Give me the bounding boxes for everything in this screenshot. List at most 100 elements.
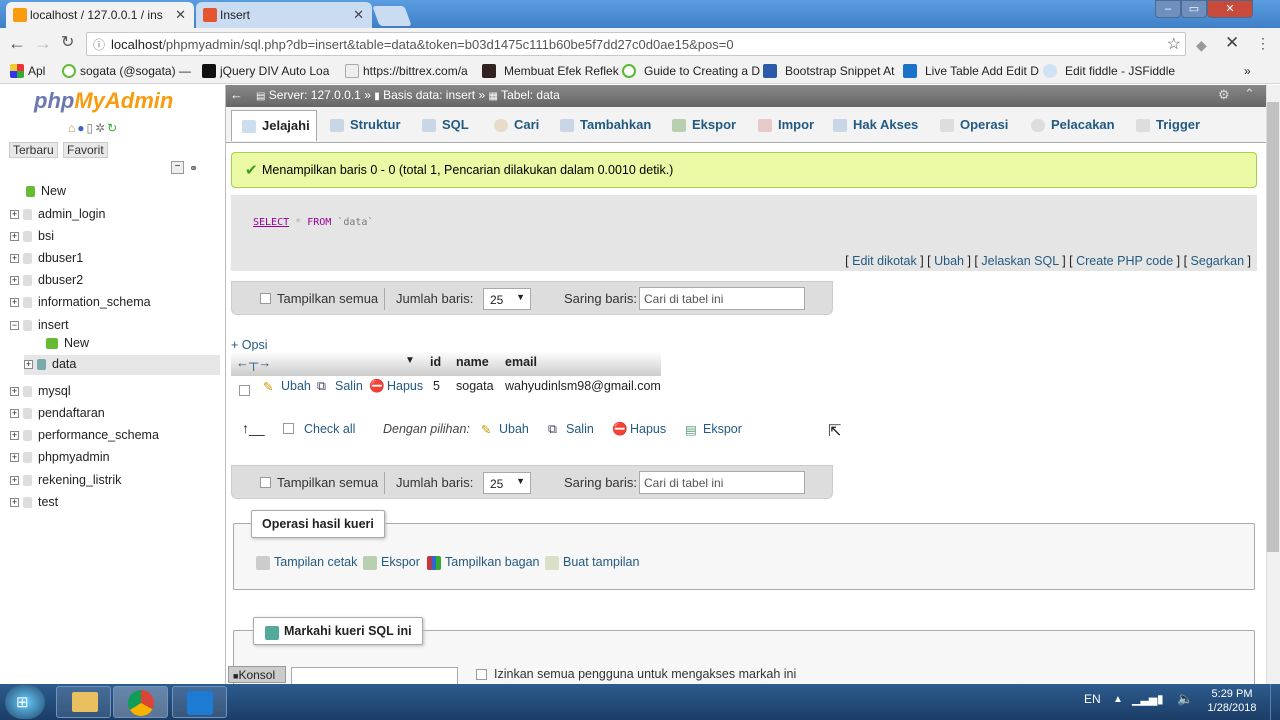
share-bookmark-checkbox[interactable] <box>476 669 487 680</box>
favorite-tab[interactable]: Favorit <box>63 142 108 158</box>
tab-export[interactable]: Ekspor <box>662 110 744 141</box>
share-bookmark-label[interactable]: Izinkan semua pengguna untuk mengakses m… <box>494 667 796 681</box>
address-bar[interactable]: ⓘ localhost/phpmyadmin/sql.php?db=insert… <box>86 32 1186 56</box>
reload-icon[interactable]: ↻ <box>107 121 119 135</box>
cell-name[interactable]: sogata <box>456 379 494 393</box>
bookmarks-more[interactable]: » <box>1244 64 1251 78</box>
edit-query-link[interactable]: Ubah <box>934 254 964 268</box>
tab-import[interactable]: Impor <box>748 110 822 141</box>
bookmark-label-input[interactable] <box>291 667 458 685</box>
back-icon[interactable]: ← <box>8 34 26 52</box>
bulk-edit-button[interactable]: ✎ Ubah <box>481 422 529 437</box>
column-arrows-icon[interactable]: ←┬→ <box>236 355 271 370</box>
tree-item-insert-new[interactable]: New <box>46 336 89 350</box>
bookmark-bootstrap[interactable]: Bootstrap Snippet At <box>763 64 894 78</box>
cell-id[interactable]: 5 <box>433 379 440 393</box>
minimize-button[interactable]: – <box>1155 0 1181 18</box>
bulk-copy-button[interactable]: ⧉ Salin <box>548 422 594 436</box>
filter-rows-input[interactable]: Cari di tabel ini <box>639 471 805 494</box>
extension-x-icon[interactable]: ✕ <box>1225 34 1239 52</box>
expand-icon[interactable]: + <box>10 387 19 397</box>
tab-insert[interactable]: Tambahkan <box>550 110 659 141</box>
taskbar-explorer[interactable] <box>56 686 111 718</box>
display-chart-link[interactable]: Tampilkan bagan <box>427 555 540 570</box>
tab-operations[interactable]: Operasi <box>930 110 1016 141</box>
new-tab-button[interactable] <box>372 6 412 26</box>
bookmark-twitter[interactable]: sogata (@sogata) — <box>62 64 191 78</box>
tree-item-phpmyadmin[interactable]: + phpmyadmin <box>10 450 110 464</box>
taskbar-vscode[interactable] <box>172 686 227 718</box>
tab-sql[interactable]: SQL <box>412 110 477 141</box>
show-all-checkbox[interactable] <box>260 293 271 304</box>
console-toggle[interactable]: ■Konsol <box>228 666 286 683</box>
tree-item-bsi[interactable]: + bsi <box>10 229 54 243</box>
tree-item-data[interactable]: + data <box>24 355 220 375</box>
tree-item-performance-schema[interactable]: + performance_schema <box>10 428 159 442</box>
filter-rows-input[interactable]: Cari di tabel ini <box>639 287 805 310</box>
row-edit-link[interactable]: ✎ Ubah <box>263 379 311 394</box>
row-copy-link[interactable]: ⧉ Salin <box>317 379 363 393</box>
bulk-export-button[interactable]: ▤ Ekspor <box>685 422 742 437</box>
tree-item-dbuser2[interactable]: + dbuser2 <box>10 273 83 287</box>
start-button[interactable]: ⊞ <box>5 685 45 719</box>
tree-item-information-schema[interactable]: + information_schema <box>10 295 151 309</box>
refresh-link[interactable]: Segarkan <box>1191 254 1245 268</box>
tree-item-insert[interactable]: − insert <box>10 318 69 332</box>
system-clock[interactable]: 5:29 PM 1/28/2018 <box>1200 687 1264 715</box>
collapse-icon[interactable]: − <box>10 321 19 331</box>
breadcrumb-database[interactable]: Basis data: insert » <box>383 88 485 102</box>
tab-tracking[interactable]: Pelacakan <box>1021 110 1123 141</box>
menu-icon[interactable]: ⋮ <box>1256 34 1270 52</box>
show-all-label[interactable]: Tampilkan semua <box>277 475 378 490</box>
network-icon[interactable]: ▁▃▅ <box>1132 693 1157 706</box>
show-desktop-button[interactable] <box>1270 684 1280 720</box>
rows-select[interactable]: 25 ▼ <box>483 472 531 494</box>
tab-browse[interactable]: Jelajahi <box>231 110 317 141</box>
explain-sql-link[interactable]: Jelaskan SQL <box>981 254 1058 268</box>
bookmark-jsfiddle[interactable]: Edit fiddle - JSFiddle <box>1043 64 1175 78</box>
tree-item-new[interactable]: New <box>26 184 66 198</box>
collapse-sidebar-icon[interactable]: ← <box>230 87 243 102</box>
expand-icon[interactable]: + <box>10 232 19 242</box>
reload-icon[interactable]: ↻ <box>61 34 74 52</box>
row-delete-link[interactable]: ⛔ Hapus <box>369 379 423 393</box>
expand-icon[interactable]: + <box>10 476 19 486</box>
close-window-button[interactable]: ✕ <box>1207 0 1253 18</box>
settings-icon[interactable]: ✲ <box>95 121 107 135</box>
tab-structure[interactable]: Struktur <box>320 110 409 141</box>
column-header-id[interactable]: id <box>430 355 441 369</box>
expand-icon[interactable]: + <box>24 360 33 370</box>
help-icon[interactable]: ● <box>77 121 86 135</box>
options-toggle[interactable]: + Opsi <box>231 338 267 352</box>
breadcrumb-server[interactable]: Server: 127.0.0.1 » <box>269 88 371 102</box>
volume-icon[interactable]: 🔈 <box>1177 691 1193 707</box>
link-icon[interactable]: ⚭ <box>189 162 198 175</box>
sql-keyword-select[interactable]: SELECT <box>253 217 289 228</box>
collapse-top-icon[interactable]: ⌃ <box>1244 86 1255 102</box>
expand-icon[interactable]: + <box>10 498 19 508</box>
collapse-all-icon[interactable]: − <box>171 161 184 174</box>
language-indicator[interactable]: EN <box>1084 692 1101 706</box>
tab-trigger[interactable]: Trigger <box>1126 110 1208 141</box>
bulk-delete-button[interactable]: ⛔ Hapus <box>612 422 666 436</box>
expand-icon[interactable]: + <box>10 409 19 419</box>
expand-icon[interactable]: + <box>10 210 19 220</box>
query-export-link[interactable]: Ekspor <box>363 555 420 570</box>
create-php-code-link[interactable]: Create PHP code <box>1076 254 1173 268</box>
docs-icon[interactable]: ▯ <box>87 121 96 135</box>
tree-item-admin-login[interactable]: + admin_login <box>10 207 105 221</box>
close-tab-icon[interactable]: ✕ <box>353 7 364 23</box>
row-checkbox[interactable] <box>239 385 250 396</box>
forward-icon[interactable]: → <box>34 34 52 52</box>
tab-search[interactable]: Cari <box>484 110 547 141</box>
cell-email[interactable]: wahyudinlsm98@gmail.com <box>505 379 661 393</box>
show-all-label[interactable]: Tampilkan semua <box>277 291 378 306</box>
bookmark-apps[interactable]: Apl <box>10 64 45 78</box>
tree-item-test[interactable]: + test <box>10 495 58 509</box>
tab-privileges[interactable]: Hak Akses <box>823 110 926 141</box>
taskbar-chrome[interactable] <box>113 686 168 718</box>
check-all-checkbox[interactable] <box>283 423 294 434</box>
bookmark-guide[interactable]: Guide to Creating a D <box>622 64 760 78</box>
tree-item-rekening-listrik[interactable]: + rekening_listrik <box>10 473 121 487</box>
home-icon[interactable]: ⌂ <box>68 121 77 135</box>
